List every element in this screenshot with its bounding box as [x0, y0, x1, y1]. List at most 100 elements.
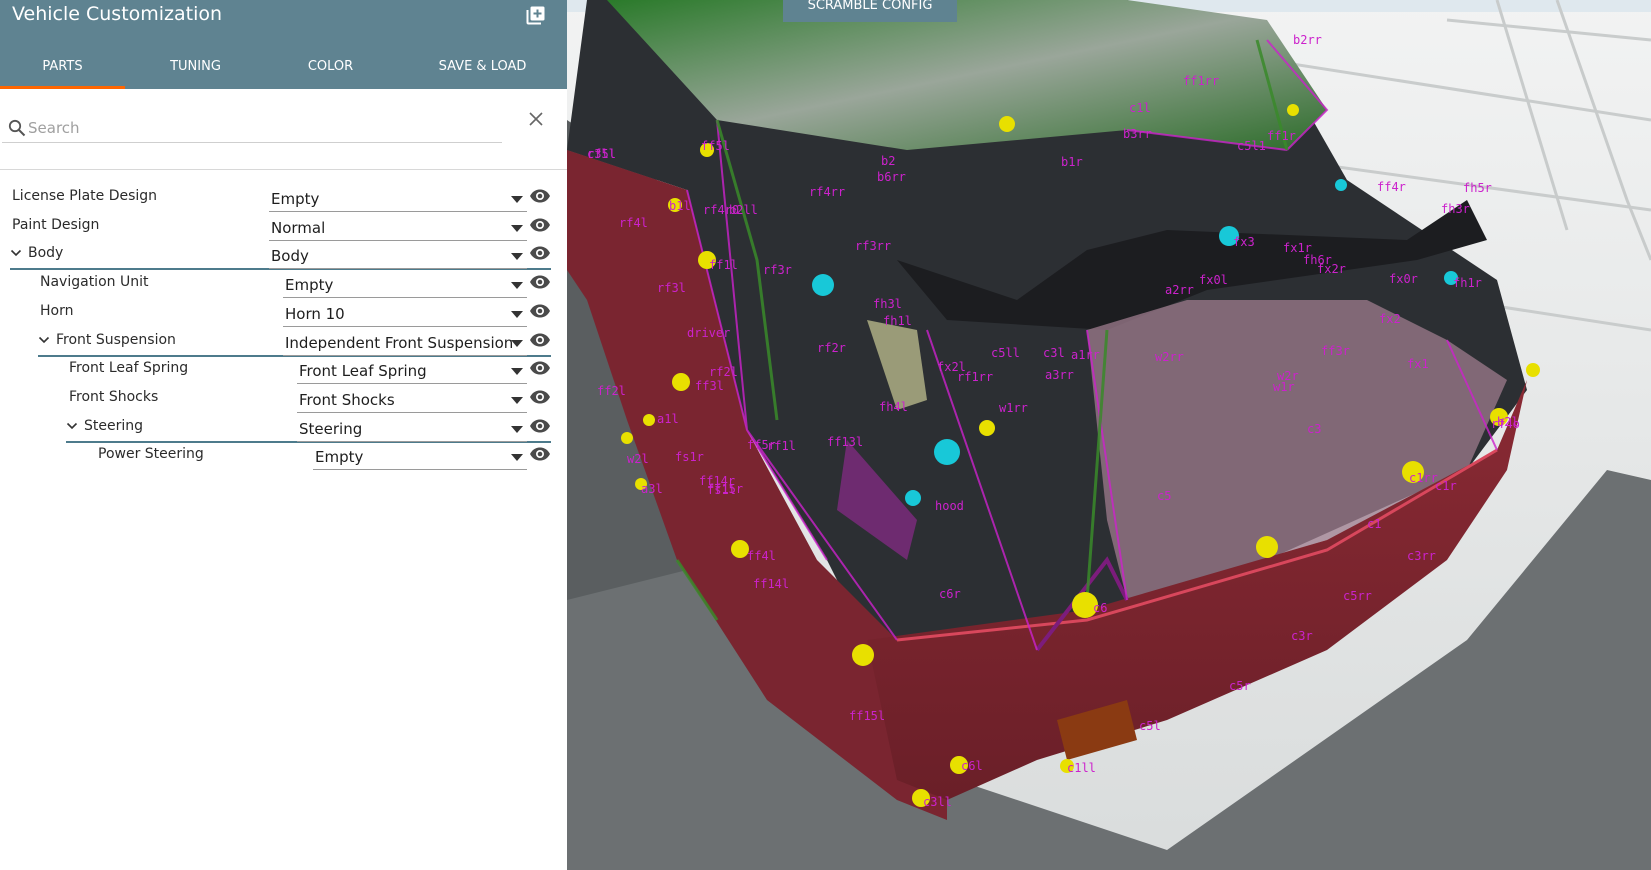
dropdown-arrow-icon	[511, 224, 523, 232]
part-select[interactable]: Empty	[313, 445, 527, 471]
scramble-config-button[interactable]: SCRAMBLE CONFIG	[783, 0, 957, 22]
node-label: c1rr	[1409, 471, 1438, 485]
node-label: fh3r	[1441, 202, 1470, 216]
node-label: c6r	[939, 587, 961, 601]
node-label: rf2l	[709, 365, 738, 379]
node-label: c1ll	[1067, 761, 1096, 775]
eye-icon[interactable]	[529, 389, 551, 405]
node-label: rf3r	[763, 263, 792, 277]
search-input[interactable]	[28, 115, 498, 141]
part-label: Navigation Unit	[40, 274, 149, 291]
node-label: ff4r	[1377, 180, 1406, 194]
node-label: ff14l	[753, 577, 789, 591]
close-icon[interactable]	[528, 111, 544, 127]
node-label: c3ll	[923, 795, 952, 809]
node-label: c5ll	[991, 346, 1020, 360]
part-label: Paint Design	[12, 216, 100, 233]
tab-tuning[interactable]: TUNING	[133, 55, 258, 89]
node-label: rf4o	[1491, 417, 1520, 431]
node-label: b2	[881, 154, 895, 168]
node-label: c3	[1307, 422, 1321, 436]
node-label: ff2l	[597, 384, 626, 398]
node-label: ff15l	[849, 709, 885, 723]
eye-icon[interactable]	[529, 245, 551, 261]
dropdown-arrow-icon	[511, 396, 523, 404]
search-row	[0, 89, 567, 170]
tab-save-load[interactable]: SAVE & LOAD	[410, 55, 555, 89]
node-label: c5	[1157, 489, 1171, 503]
chevron-down-icon[interactable]	[38, 334, 50, 346]
node-label: rf2r	[817, 341, 846, 355]
node-label: b3rr	[1123, 127, 1152, 141]
dropdown-arrow-icon	[511, 454, 523, 462]
part-select-value: Empty	[285, 276, 334, 295]
tab-color[interactable]: COLOR	[268, 55, 393, 89]
part-row: Power Steering Empty	[0, 442, 567, 471]
eye-icon[interactable]	[529, 360, 551, 376]
node-label: rf3rr	[855, 239, 891, 253]
part-select-value: Front Shocks	[299, 390, 395, 409]
node-label: ff13l	[827, 435, 863, 449]
node-label: b6rr	[877, 170, 906, 184]
part-select[interactable]: Body	[269, 244, 527, 270]
vehicle-3d-viewport[interactable]: rf5l rf4rr rf3rr rf4l rf3r rf3l rf2r rf2l rf1l dr…	[567, 0, 1651, 870]
node-label: a1rr	[1071, 348, 1100, 362]
chevron-down-icon[interactable]	[66, 420, 78, 432]
dropdown-arrow-icon	[511, 425, 523, 433]
part-label: Power Steering	[98, 446, 204, 463]
part-row: Front Suspension Independent Front Suspen…	[0, 328, 567, 357]
node-label: c1r	[1435, 479, 1457, 493]
add-box-icon[interactable]	[526, 5, 546, 25]
dropdown-arrow-icon	[511, 310, 523, 318]
eye-icon[interactable]	[529, 418, 551, 434]
node-label: c3ll	[587, 147, 616, 161]
node-label: fh6r	[1303, 253, 1332, 267]
node-label: c3l	[1043, 346, 1065, 360]
part-row: Paint Design Normal	[0, 213, 567, 242]
part-select[interactable]: Front Shocks	[297, 388, 527, 413]
node-label: b2rr	[1293, 33, 1322, 47]
node-label: hood	[935, 499, 964, 513]
part-row: Front Shocks Front Shocks	[0, 385, 567, 414]
eye-icon[interactable]	[529, 332, 551, 348]
node-label: fh5r	[1463, 181, 1492, 195]
part-label: Front Suspension	[56, 331, 176, 348]
part-select[interactable]: Front Leaf Spring	[297, 359, 527, 385]
dropdown-arrow-icon	[511, 339, 523, 347]
part-row: Steering Steering	[0, 414, 567, 443]
node-label: fx0r	[1389, 272, 1418, 286]
part-select[interactable]: Normal	[269, 216, 527, 241]
node-label: fh1l	[883, 314, 912, 328]
node-label: rf4r0	[703, 203, 739, 217]
part-label: Horn	[40, 302, 74, 319]
node-label: a2rr	[1165, 283, 1194, 297]
part-label: Body	[28, 245, 64, 262]
node-label: c1l	[1129, 101, 1151, 115]
eye-icon[interactable]	[529, 446, 551, 462]
eye-icon[interactable]	[529, 303, 551, 319]
node-label: c5rr	[1343, 589, 1372, 603]
part-row: Front Leaf Spring Front Leaf Spring	[0, 356, 567, 385]
node-label: ff3l	[695, 379, 724, 393]
eye-icon[interactable]	[529, 188, 551, 204]
panel-title: Vehicle Customization	[12, 3, 223, 25]
dropdown-arrow-icon	[511, 196, 523, 203]
part-select[interactable]: Empty	[269, 187, 527, 212]
node-label: a1l	[657, 412, 679, 426]
node-label: fh4l	[879, 400, 908, 414]
chevron-down-icon[interactable]	[10, 247, 22, 259]
eye-icon[interactable]	[529, 274, 551, 290]
node-label: b1r	[1061, 155, 1083, 169]
eye-icon[interactable]	[529, 217, 551, 233]
vehicle-render: rf5lrf4rrrf3rrrf4lrf3rrf3lrf2rrf2lrf1ldr…	[567, 0, 1651, 870]
part-select[interactable]: Horn 10	[283, 302, 527, 327]
node-label: c6	[1093, 601, 1107, 615]
node-label: fx1	[1407, 357, 1429, 371]
part-label: Front Leaf Spring	[69, 360, 189, 377]
node-label: fh1r	[1453, 276, 1482, 290]
part-select[interactable]: Independent Front Suspension	[283, 331, 527, 356]
part-select[interactable]: Empty	[283, 273, 527, 299]
part-select[interactable]: Steering	[297, 417, 527, 442]
search-icon	[8, 119, 26, 137]
tab-parts[interactable]: PARTS	[0, 55, 125, 89]
